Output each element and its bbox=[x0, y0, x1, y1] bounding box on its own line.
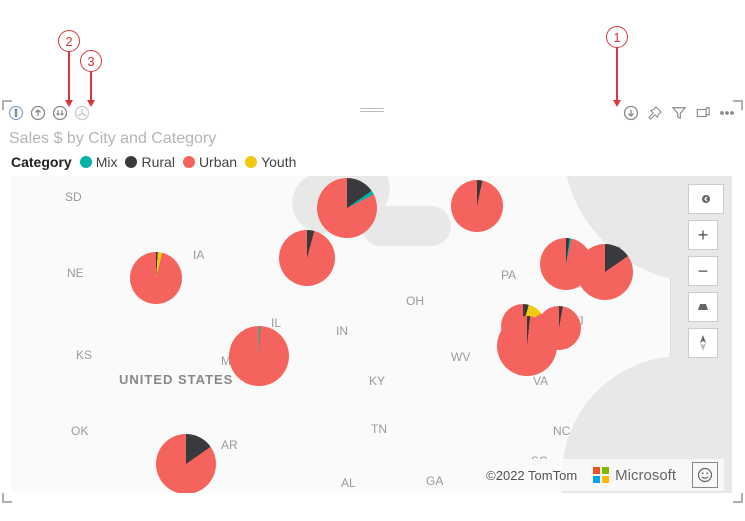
zoom-out-button[interactable]: − bbox=[688, 256, 718, 286]
legend-item-rural[interactable]: Rural bbox=[125, 154, 174, 170]
state-label: TN bbox=[371, 422, 387, 436]
country-label: UNITED STATES bbox=[119, 372, 233, 387]
legend-text: Mix bbox=[96, 154, 118, 170]
more-options-icon[interactable] bbox=[718, 104, 736, 122]
legend-item-urban[interactable]: Urban bbox=[183, 154, 237, 170]
callout-1: 1 bbox=[606, 26, 628, 48]
state-label: KS bbox=[76, 348, 92, 362]
zoom-in-button[interactable]: + bbox=[688, 220, 718, 250]
swatch-icon bbox=[80, 156, 92, 168]
drill-toggle-icon[interactable] bbox=[622, 104, 640, 122]
callout-badge: 1 bbox=[606, 26, 628, 48]
pie-marker[interactable] bbox=[156, 434, 216, 493]
legend: Category Mix Rural Urban Youth bbox=[3, 150, 740, 176]
visual-title: Sales $ by City and Category bbox=[3, 124, 740, 150]
swatch-icon bbox=[125, 156, 137, 168]
pie-marker[interactable] bbox=[577, 244, 633, 300]
legend-item-mix[interactable]: Mix bbox=[80, 154, 118, 170]
swatch-icon bbox=[183, 156, 195, 168]
filter-icon[interactable] bbox=[670, 104, 688, 122]
tilt-button[interactable] bbox=[688, 292, 718, 322]
state-label: NE bbox=[67, 266, 84, 280]
map-collapse-button[interactable] bbox=[688, 184, 724, 214]
legend-text: Rural bbox=[141, 154, 174, 170]
callout-badge: 2 bbox=[58, 30, 80, 52]
callout-badge: 3 bbox=[80, 50, 102, 72]
callout-3-line bbox=[90, 72, 92, 102]
state-label: KY bbox=[369, 374, 385, 388]
pin-icon[interactable] bbox=[646, 104, 664, 122]
state-label: VA bbox=[533, 374, 548, 388]
state-label: IA bbox=[193, 248, 204, 262]
drill-down-all-icon[interactable] bbox=[51, 104, 69, 122]
microsoft-logo-icon bbox=[593, 467, 609, 483]
state-label: OH bbox=[406, 294, 424, 308]
swatch-icon bbox=[245, 156, 257, 168]
state-label: PA bbox=[501, 268, 516, 282]
attribution-microsoft: Microsoft bbox=[593, 467, 676, 484]
callout-2: 2 bbox=[58, 30, 80, 52]
pie-marker[interactable] bbox=[317, 178, 377, 238]
drag-handle-icon[interactable] bbox=[360, 108, 384, 112]
compass-button[interactable] bbox=[688, 328, 718, 358]
state-label: WV bbox=[451, 350, 470, 364]
attribution-tomtom: ©2022 TomTom bbox=[486, 468, 577, 483]
state-label: GA bbox=[426, 474, 443, 488]
pie-marker[interactable] bbox=[497, 316, 557, 376]
focus-mode-icon[interactable] bbox=[694, 104, 712, 122]
info-icon[interactable] bbox=[7, 104, 25, 122]
pie-marker[interactable] bbox=[279, 230, 335, 286]
visual-container: Sales $ by City and Category Category Mi… bbox=[3, 102, 740, 502]
expand-hierarchy-icon[interactable] bbox=[73, 104, 91, 122]
pie-marker[interactable] bbox=[130, 252, 182, 304]
state-label: IL bbox=[271, 316, 281, 330]
state-label: AR bbox=[221, 438, 238, 452]
callout-3: 3 bbox=[80, 50, 102, 72]
map-controls: + − bbox=[688, 184, 724, 358]
state-label: AL bbox=[341, 476, 356, 490]
legend-item-youth[interactable]: Youth bbox=[245, 154, 296, 170]
map-attribution: ©2022 TomTom Microsoft bbox=[480, 459, 724, 491]
microsoft-text: Microsoft bbox=[615, 467, 676, 484]
drill-up-icon[interactable] bbox=[29, 104, 47, 122]
legend-field-label: Category bbox=[11, 154, 72, 170]
pie-marker[interactable] bbox=[229, 326, 289, 386]
callout-1-line bbox=[616, 48, 618, 102]
legend-text: Urban bbox=[199, 154, 237, 170]
state-label: OK bbox=[71, 424, 88, 438]
visual-toolbar bbox=[3, 102, 740, 124]
map-canvas[interactable]: UNITED STATES SDMINEIAILINOHPAKSMOWVMDNJ… bbox=[11, 176, 732, 493]
feedback-button[interactable] bbox=[692, 462, 718, 488]
callout-2-line bbox=[68, 52, 70, 102]
pie-marker[interactable] bbox=[451, 180, 503, 232]
state-label: NC bbox=[553, 424, 570, 438]
state-label: IN bbox=[336, 324, 348, 338]
legend-text: Youth bbox=[261, 154, 296, 170]
state-label: SD bbox=[65, 190, 82, 204]
